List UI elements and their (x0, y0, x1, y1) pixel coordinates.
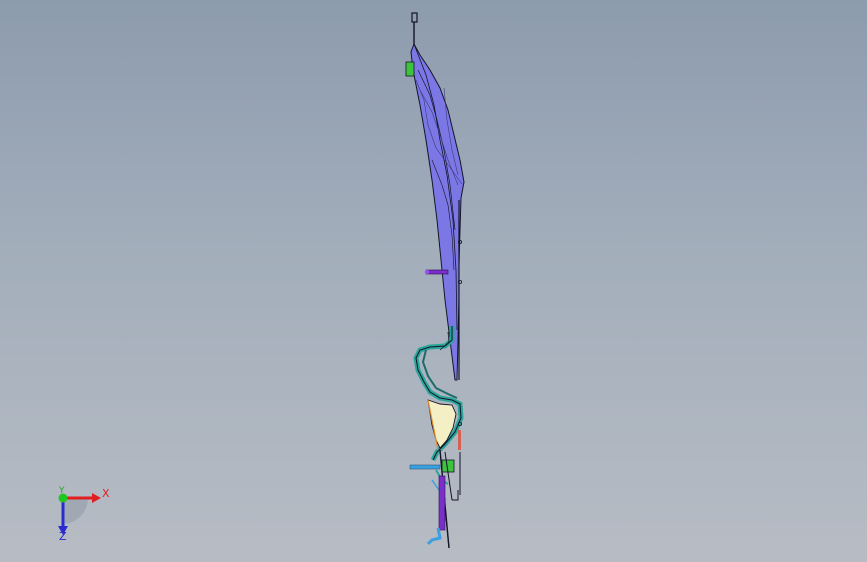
green-tab-upper (405, 61, 415, 77)
cad-model-side-view[interactable] (0, 0, 867, 562)
purple-pin (424, 269, 449, 275)
z-axis-label: Z (59, 530, 67, 543)
coordinate-triad: X Y Z (46, 482, 116, 546)
right-detail (457, 421, 462, 495)
upper-panel (410, 42, 465, 381)
graphics-viewport[interactable]: X Y Z (0, 0, 867, 562)
y-axis-label: Y (59, 486, 65, 496)
top-bracket (411, 12, 418, 48)
cyan-pin (409, 464, 441, 470)
x-axis-label: X (102, 487, 110, 500)
